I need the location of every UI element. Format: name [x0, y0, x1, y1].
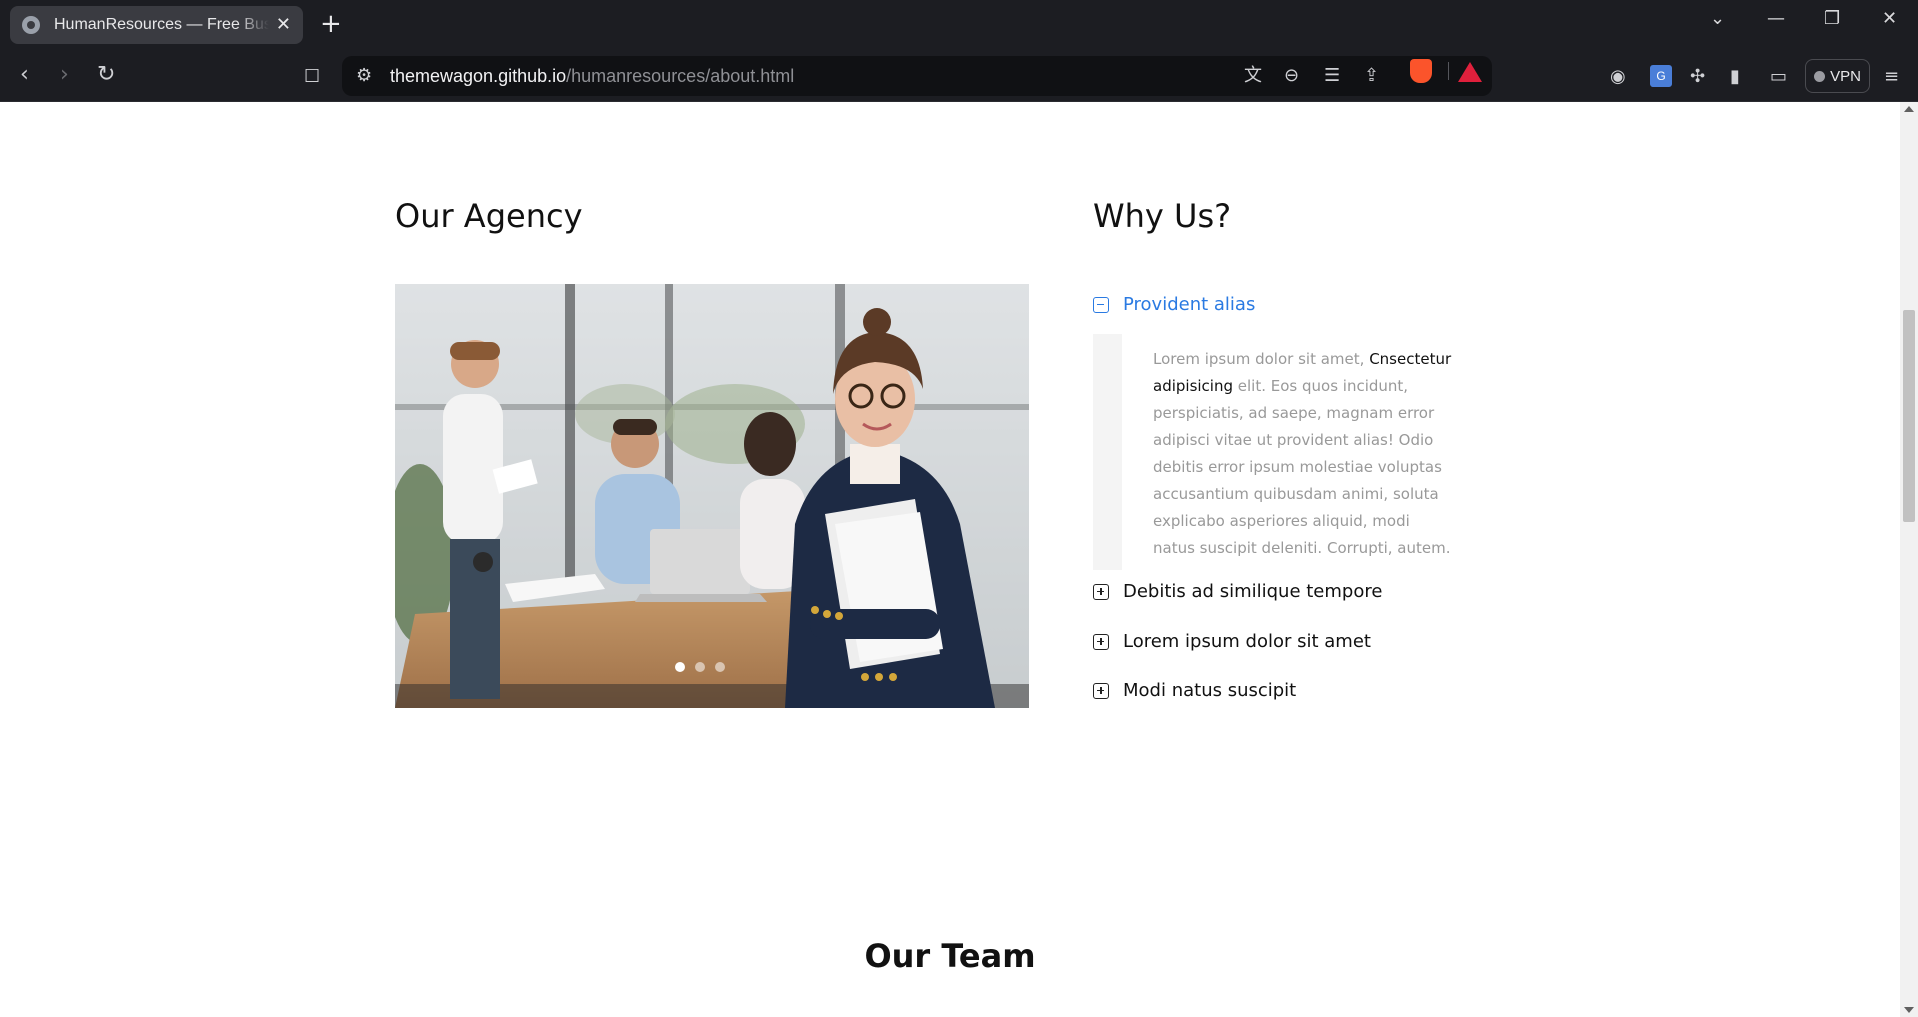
agency-carousel[interactable]	[395, 284, 1029, 708]
wallet-icon[interactable]: ▭	[1770, 66, 1787, 88]
accordion-toggle-provident-alias[interactable]: Provident alias	[1093, 294, 1255, 315]
page-scrollbar[interactable]	[1900, 102, 1918, 1017]
vpn-label: VPN	[1830, 67, 1861, 85]
accordion-toggle-debitis[interactable]: Debitis ad similique tempore	[1093, 581, 1382, 602]
our-team-heading: Our Team	[864, 937, 1036, 975]
back-icon[interactable]: ‹	[20, 63, 29, 87]
sidebar-icon[interactable]: ▮	[1730, 66, 1740, 88]
accordion-toggle-lorem-ipsum[interactable]: Lorem ipsum dolor sit amet	[1093, 631, 1371, 652]
restore-icon[interactable]: ❐	[1824, 6, 1840, 32]
accordion-label: Provident alias	[1123, 294, 1256, 315]
zoom-out-icon[interactable]: ⊖	[1284, 65, 1299, 87]
forward-icon[interactable]: ›	[60, 63, 69, 87]
plus-square-icon	[1093, 633, 1109, 650]
share-icon[interactable]: ⇪	[1364, 65, 1379, 87]
carousel-dot[interactable]	[675, 662, 685, 672]
active-tab[interactable]: HumanResources — Free Business ✕	[10, 6, 303, 44]
minus-square-icon	[1093, 296, 1109, 313]
url-text[interactable]: themewagon.github.io/humanresources/abou…	[390, 66, 794, 87]
tab-title: HumanResources — Free Business	[54, 16, 269, 33]
panel-side-bar	[1093, 334, 1122, 570]
accordion-toggle-modi-natus[interactable]: Modi natus suscipit	[1093, 680, 1296, 701]
menu-icon[interactable]: ≡	[1884, 66, 1899, 88]
browser-toolbar: ‹ › ↻ ☐ ⚙ themewagon.github.io/humanreso…	[0, 50, 1918, 102]
tab-strip: HumanResources — Free Business ✕ + ⌄ — ❐…	[0, 0, 1918, 50]
reload-icon[interactable]: ↻	[97, 63, 115, 87]
page-viewport: Our Agency Why Us? Provident alias Lorem…	[0, 102, 1900, 1017]
plus-square-icon	[1093, 583, 1109, 600]
extensions-icon[interactable]: ✣	[1690, 66, 1705, 88]
carousel-dot[interactable]	[715, 662, 725, 672]
plus-square-icon	[1093, 682, 1109, 699]
minimize-icon[interactable]: —	[1767, 6, 1785, 32]
carousel-indicators	[675, 662, 725, 672]
incognito-extension-icon[interactable]: ◉	[1610, 66, 1626, 88]
vpn-button[interactable]: VPN	[1805, 59, 1870, 93]
translate-extension-icon[interactable]: G	[1650, 65, 1672, 87]
accordion-label: Lorem ipsum dolor sit amet	[1123, 631, 1371, 652]
accordion-label: Modi natus suscipit	[1123, 680, 1297, 701]
reader-icon[interactable]: ☰	[1324, 65, 1340, 87]
scrollbar-thumb[interactable]	[1903, 310, 1915, 522]
translate-icon[interactable]: 文	[1244, 65, 1262, 87]
new-tab-button[interactable]: +	[320, 10, 342, 38]
brave-rewards-icon[interactable]	[1458, 62, 1482, 82]
scroll-down-arrow-icon[interactable]	[1904, 1007, 1914, 1013]
brave-shields-icon[interactable]	[1410, 59, 1432, 83]
accordion-panel-provident-alias: Lorem ipsum dolor sit amet, Cnsectetur a…	[1093, 334, 1453, 570]
tab-close-icon[interactable]: ✕	[276, 16, 291, 34]
scroll-up-arrow-icon[interactable]	[1904, 106, 1914, 112]
tab-list-chevron-icon[interactable]: ⌄	[1710, 6, 1725, 32]
vpn-status-icon	[1814, 70, 1826, 82]
office-team-photo	[395, 284, 1029, 708]
toolbar-divider	[1448, 62, 1449, 80]
accordion-body-text: Lorem ipsum dolor sit amet, Cnsectetur a…	[1153, 350, 1452, 557]
close-window-icon[interactable]: ✕	[1882, 6, 1897, 32]
bookmark-icon[interactable]: ☐	[304, 65, 320, 89]
carousel-dot[interactable]	[695, 662, 705, 672]
site-settings-icon[interactable]: ⚙	[356, 65, 372, 87]
our-agency-heading: Our Agency	[395, 197, 583, 235]
globe-favicon-icon	[22, 16, 40, 34]
why-us-heading: Why Us?	[1093, 197, 1232, 235]
address-bar[interactable]: ⚙ themewagon.github.io/humanresources/ab…	[342, 56, 1492, 96]
accordion-label: Debitis ad similique tempore	[1123, 581, 1383, 602]
